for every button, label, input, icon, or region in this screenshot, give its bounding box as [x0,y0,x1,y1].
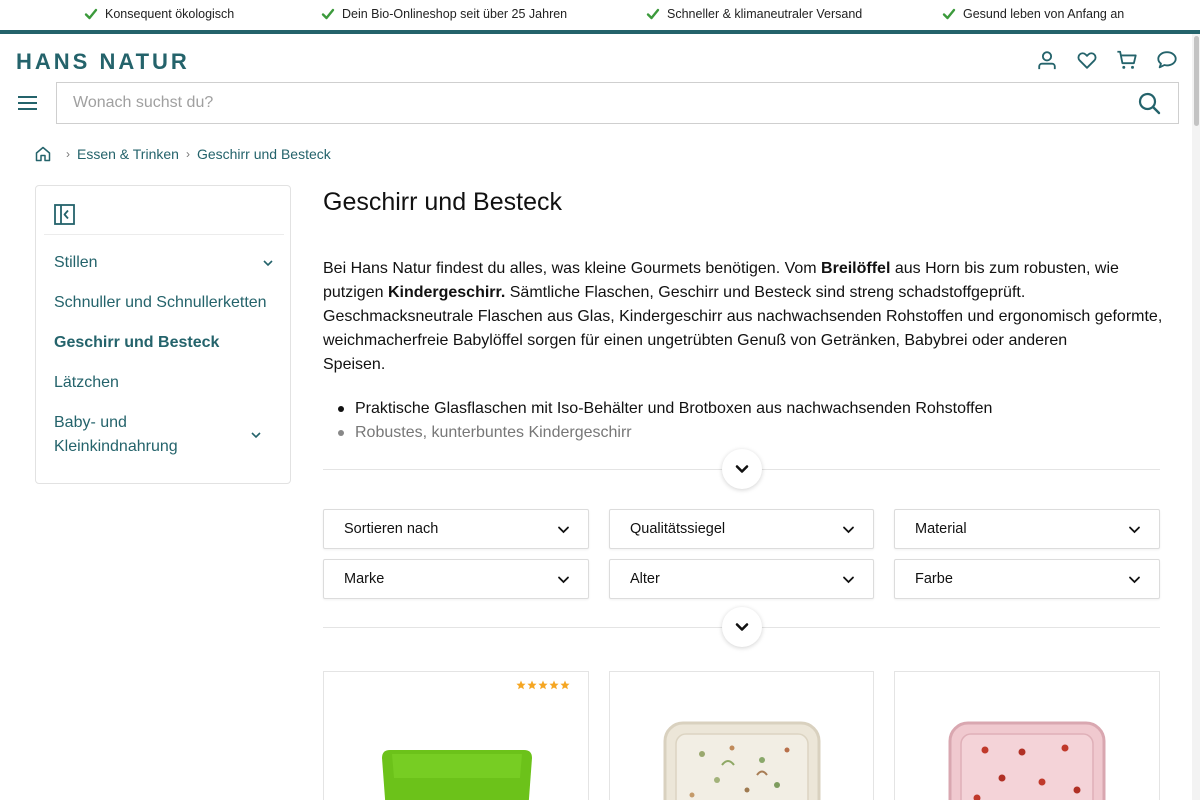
chevron-down-icon [558,576,569,583]
product-card[interactable] [323,671,589,800]
home-icon[interactable] [35,146,51,162]
usp-item: Dein Bio-Onlineshop seit über 25 Jahren [321,7,567,21]
sidebar-item-schnuller[interactable]: Schnuller und Schnullerketten [54,291,274,315]
product-image [663,721,821,800]
sidebar-item-stillen[interactable]: Stillen [54,251,274,275]
filter-label: Alter [630,571,660,587]
header-actions [1036,48,1178,72]
sidebar-collapse-icon[interactable] [54,204,75,225]
usp-text: Schneller & klimaneutraler Versand [667,7,863,21]
feature-list: Praktische Glasflaschen mit Iso-Behälter… [338,397,1155,445]
chevron-down-icon [843,576,854,583]
breadcrumb-link[interactable]: Geschirr und Besteck [197,146,331,162]
product-image [948,721,1106,800]
intro-text: Speisen. [323,356,386,373]
chevron-down-icon[interactable] [262,257,274,269]
filter-quality-seal[interactable]: Qualitätssiegel [609,509,874,549]
star-icon [516,680,526,690]
sidebar-item-label: Lätzchen [54,374,119,391]
sidebar-item-geschirr[interactable]: Geschirr und Besteck [54,331,274,355]
sidebar-item-label: Stillen [54,254,98,271]
check-icon [321,8,335,20]
search-icon[interactable] [1137,91,1161,115]
product-card[interactable] [609,671,874,800]
search-bar [56,82,1179,124]
chevron-down-icon [735,623,749,631]
chevron-right-icon: › [185,147,190,161]
usp-text: Dein Bio-Onlineshop seit über 25 Jahren [342,7,568,21]
product-card[interactable] [894,671,1160,800]
page-scrollbar[interactable] [1192,34,1200,800]
hamburger-menu-icon[interactable] [18,94,38,112]
sidebar-item-label: Schnuller und Schnullerketten [54,294,267,311]
expand-description-button[interactable] [722,449,762,489]
sidebar-item-label: Baby- und Kleinkindnahrung [54,414,178,455]
filter-label: Qualitätssiegel [630,521,726,537]
breadcrumb-link[interactable]: Essen & Trinken [77,146,179,162]
filter-color[interactable]: Farbe [894,559,1160,599]
chat-button[interactable] [1156,48,1178,72]
scrollbar-thumb[interactable] [1194,36,1199,126]
logo[interactable]: HANS NATUR [16,49,190,75]
intro-bold: Breilöffel [821,260,891,277]
usp-text: Gesund leben von Anfang an [963,7,1125,21]
star-rating [516,680,570,690]
star-icon [549,680,559,690]
chevron-down-icon [1129,526,1140,533]
filter-label: Material [915,521,967,537]
sidebar-item-babynahrung[interactable]: Baby- und Kleinkindnahrung [54,411,184,459]
expand-filters-button[interactable] [722,607,762,647]
usp-bar: Konsequent ökologisch Dein Bio-Onlinesho… [0,0,1200,30]
check-icon [84,8,98,20]
list-item: Robustes, kunterbuntes Kindergeschirr [338,421,1155,445]
filter-label: Farbe [915,571,953,587]
check-icon [646,8,660,20]
star-icon [560,680,570,690]
user-icon [1038,51,1056,70]
usp-text: Konsequent ökologisch [105,7,235,21]
breadcrumb: › Essen & Trinken › Geschirr und Besteck [35,146,331,162]
chevron-down-icon [558,526,569,533]
filter-label: Marke [344,571,385,587]
star-icon [527,680,537,690]
check-icon [942,8,956,20]
filter-material[interactable]: Material [894,509,1160,549]
usp-item: Gesund leben von Anfang an [942,7,1124,21]
usp-item: Konsequent ökologisch [84,7,234,21]
sidebar-divider [44,234,284,235]
chat-bubble-icon [1157,51,1177,69]
chevron-down-icon[interactable] [250,429,262,441]
chevron-down-icon [843,526,854,533]
filter-label: Sortieren nach [344,521,439,537]
heart-icon [1077,52,1097,69]
page-title: Geschirr und Besteck [323,188,562,216]
category-description: Bei Hans Natur findest du alles, was kle… [323,257,1163,377]
filter-age[interactable]: Alter [609,559,874,599]
wishlist-button[interactable] [1076,48,1098,72]
sidebar-item-label: Geschirr und Besteck [54,334,220,351]
product-image [382,750,532,800]
intro-bold: Kindergeschirr. [387,284,506,301]
chevron-right-icon: › [66,147,70,161]
chevron-down-icon [735,465,749,473]
account-button[interactable] [1036,48,1058,72]
category-sidebar: Stillen Schnuller und Schnullerketten Ge… [35,185,291,484]
usp-item: Schneller & klimaneutraler Versand [646,7,862,21]
filter-sort[interactable]: Sortieren nach [323,509,589,549]
star-icon [538,680,548,690]
cart-button[interactable] [1116,48,1138,72]
chevron-down-icon [1129,576,1140,583]
cart-icon [1117,50,1137,69]
search-input[interactable] [57,83,1137,123]
header-accent-line [0,30,1200,34]
sidebar-item-laetzchen[interactable]: Lätzchen [54,371,274,395]
list-item: Praktische Glasflaschen mit Iso-Behälter… [338,397,1155,421]
intro-text: Bei Hans Natur findest du alles, was kle… [323,260,822,277]
filter-brand[interactable]: Marke [323,559,589,599]
